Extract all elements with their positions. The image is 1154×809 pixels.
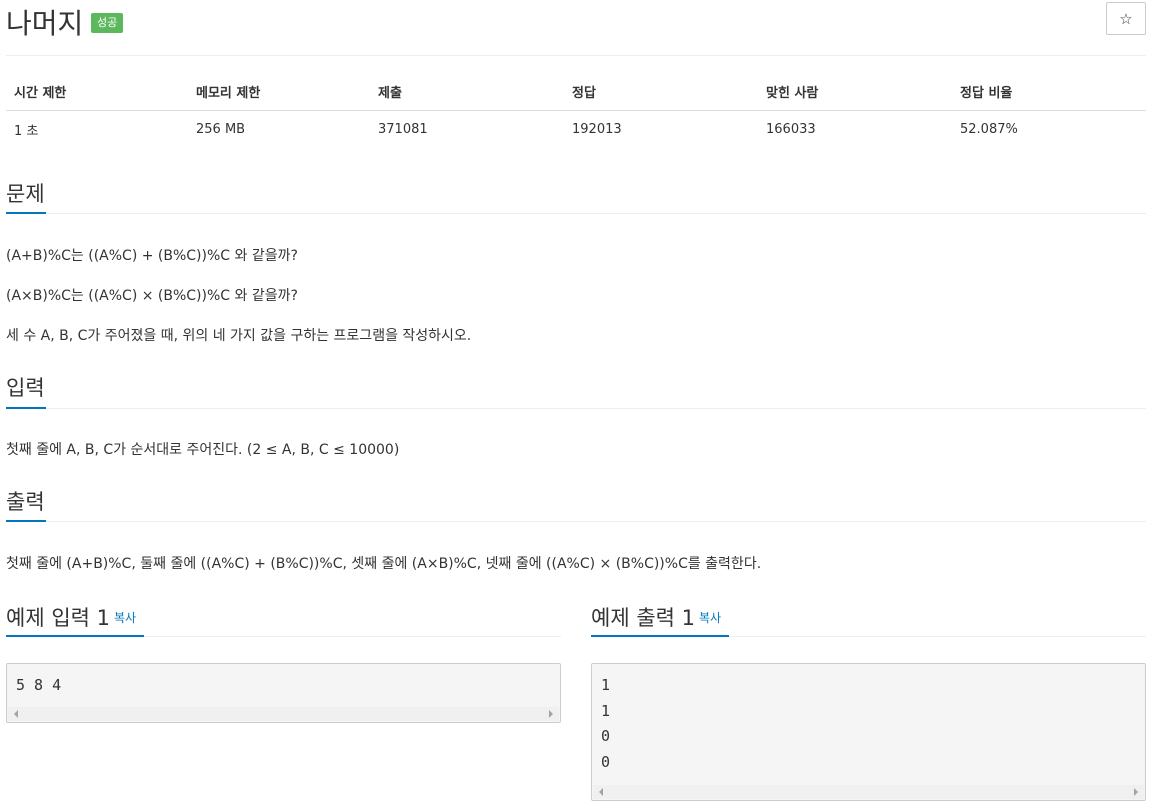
solved-users-value: 166033 — [766, 121, 816, 137]
sample-output-box[interactable]: 1 1 0 0 — [591, 663, 1146, 801]
scroll-right-icon[interactable] — [1134, 788, 1138, 796]
header-accepted: 정답 — [564, 74, 758, 111]
section-divider — [6, 408, 1146, 409]
submissions-value: 371081 — [378, 121, 428, 137]
header-accept-ratio: 정답 비율 — [952, 74, 1146, 111]
input-description: 첫째 줄에 A, B, C가 순서대로 주어진다. (2 ≤ A, B, C ≤… — [6, 442, 400, 458]
header-submissions: 제출 — [370, 74, 564, 111]
favorite-button[interactable]: ☆ — [1106, 2, 1146, 35]
sample-output-line: 0 — [601, 727, 611, 745]
horizontal-scrollbar[interactable] — [593, 785, 1144, 799]
table-row: 1 초 256 MB 371081 192013 166033 52.087% — [6, 110, 1146, 148]
copy-sample-input-link[interactable]: 복사 — [114, 611, 136, 625]
status-badge: 성공 — [91, 13, 124, 33]
accepted-value: 192013 — [572, 121, 622, 137]
table-header-row: 시간 제한 메모리 제한 제출 정답 맞힌 사람 정답 비율 — [6, 74, 1146, 111]
sample-input-line: 5 8 4 — [16, 676, 62, 694]
header-time-limit: 시간 제한 — [6, 74, 188, 111]
sample-output-line: 1 — [601, 676, 611, 694]
sample-input-heading: 예제 입력 1 복사 — [6, 602, 136, 632]
accept-ratio-value: 52.087% — [960, 121, 1018, 137]
heading-underline — [6, 407, 46, 409]
sample-input-box[interactable]: 5 8 4 — [6, 663, 561, 723]
star-icon: ☆ — [1119, 9, 1133, 28]
output-description: 첫째 줄에 (A+B)%C, 둘째 줄에 ((A%C) + (B%C))%C, … — [6, 556, 762, 572]
problem-description-line: (A+B)%C는 ((A%C) + (B%C))%C 와 같을까? — [6, 248, 298, 264]
section-divider — [6, 521, 1146, 522]
heading-underline — [6, 212, 46, 214]
problem-section-heading: 문제 — [6, 182, 45, 206]
scroll-left-icon[interactable] — [14, 710, 18, 718]
problem-header: 나머지 성공 ☆ — [6, 0, 1146, 56]
scroll-left-icon[interactable] — [599, 788, 603, 796]
horizontal-scrollbar[interactable] — [8, 707, 559, 721]
copy-sample-output-link[interactable]: 복사 — [699, 611, 721, 625]
header-solved-users: 맞힌 사람 — [758, 74, 952, 111]
time-limit-value: 1 초 — [14, 123, 39, 139]
sample-output-line: 0 — [601, 753, 611, 771]
header-memory-limit: 메모리 제한 — [188, 74, 370, 111]
heading-underline — [6, 520, 46, 522]
memory-limit-value: 256 MB — [196, 121, 246, 137]
problem-info-table: 시간 제한 메모리 제한 제출 정답 맞힌 사람 정답 비율 1 초 256 M… — [6, 74, 1146, 148]
scroll-right-icon[interactable] — [549, 710, 553, 718]
problem-description-line: 세 수 A, B, C가 주어졌을 때, 위의 네 가지 값을 구하는 프로그램… — [6, 328, 472, 344]
output-section-heading: 출력 — [6, 490, 45, 514]
sample-output-title: 예제 출력 1 — [591, 606, 695, 630]
heading-underline — [591, 635, 729, 637]
input-section-heading: 입력 — [6, 376, 45, 400]
problem-title: 나머지 — [6, 7, 84, 40]
section-divider — [6, 213, 1146, 214]
problem-description-line: (A×B)%C는 ((A%C) × (B%C))%C 와 같을까? — [6, 288, 298, 304]
heading-underline — [6, 635, 144, 637]
sample-input-title: 예제 입력 1 — [6, 606, 110, 630]
sample-output-heading: 예제 출력 1 복사 — [591, 602, 721, 632]
sample-output-line: 1 — [601, 702, 611, 720]
